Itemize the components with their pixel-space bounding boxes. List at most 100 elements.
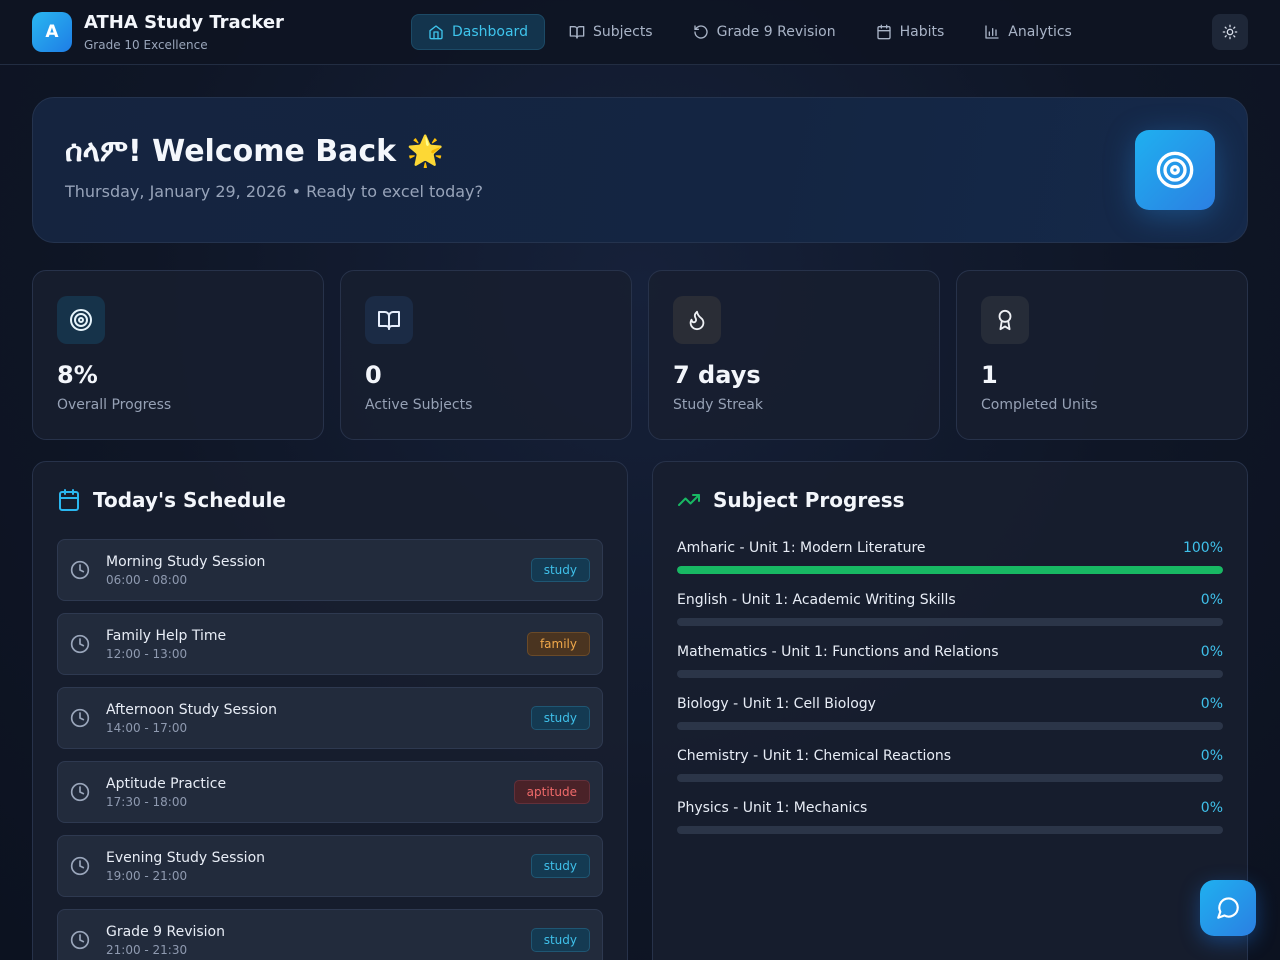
welcome-subtitle: Thursday, January 29, 2026 • Ready to ex…	[65, 182, 483, 201]
app-title: ATHA Study Tracker	[84, 12, 284, 33]
nav-item-analytics[interactable]: Analytics	[968, 14, 1088, 50]
subject-percent: 0%	[1200, 748, 1223, 764]
schedule-item[interactable]: Evening Study Session 19:00 - 21:00 study	[57, 835, 603, 897]
stat-card-overall-progress: 8% Overall Progress	[32, 270, 324, 440]
bar-chart-icon	[985, 25, 999, 39]
target-badge	[1135, 130, 1215, 210]
schedule-item-time: 14:00 - 17:00	[106, 721, 188, 735]
nav-item-label: Habits	[899, 24, 945, 40]
app-logo[interactable]: A	[32, 12, 72, 52]
award-icon	[998, 309, 1012, 331]
schedule-item-time: 12:00 - 13:00	[106, 647, 188, 661]
schedule-item[interactable]: Grade 9 Revision 21:00 - 21:30 study	[57, 909, 603, 960]
rotate-ccw-icon	[693, 25, 708, 39]
clock-icon	[70, 708, 90, 728]
subject-name: Chemistry - Unit 1: Chemical Reactions	[677, 748, 952, 764]
stat-value: 8%	[57, 361, 98, 389]
schedule-item[interactable]: Family Help Time 12:00 - 13:00 family	[57, 613, 603, 675]
schedule-header: Today's Schedule	[57, 488, 286, 512]
schedule-item-name: Evening Study Session	[106, 850, 266, 866]
theme-toggle-button[interactable]	[1212, 14, 1248, 50]
nav-item-habits[interactable]: Habits	[860, 14, 961, 50]
nav-item-subjects[interactable]: Subjects	[553, 14, 669, 50]
stat-value: 1	[981, 361, 998, 389]
schedule-item-tag: aptitude	[513, 780, 590, 804]
nav-item-label: Grade 9 Revision	[716, 24, 836, 40]
book-open-icon	[378, 311, 400, 330]
subject-name: Physics - Unit 1: Mechanics	[677, 800, 868, 816]
schedule-item-tag: study	[530, 854, 590, 878]
stat-icon-wrap	[57, 296, 105, 344]
schedule-panel: Today's Schedule Morning Study Session 06…	[32, 461, 628, 960]
stat-label: Study Streak	[673, 397, 763, 413]
progress-track	[677, 618, 1223, 626]
stat-icon-wrap	[365, 296, 413, 344]
nav-item-grade9-revision[interactable]: Grade 9 Revision	[677, 14, 852, 50]
schedule-item-name: Afternoon Study Session	[106, 702, 277, 718]
clock-icon	[70, 856, 90, 876]
subject-percent: 100%	[1182, 540, 1223, 556]
subject-percent: 0%	[1200, 800, 1223, 816]
schedule-item-time: 06:00 - 08:00	[106, 573, 188, 587]
chat-button[interactable]	[1200, 880, 1256, 936]
message-circle-icon	[1217, 897, 1239, 919]
stat-icon-wrap	[673, 296, 721, 344]
nav-item-dashboard[interactable]: Dashboard	[411, 14, 545, 50]
stat-value: 0	[365, 361, 382, 389]
progress-title: Subject Progress	[713, 488, 905, 512]
subject-progress-panel: Subject Progress Amharic - Unit 1: Moder…	[652, 461, 1248, 960]
nav-item-label: Subjects	[592, 24, 653, 40]
schedule-item-time: 19:00 - 21:00	[106, 869, 188, 883]
stat-card-study-streak: 7 days Study Streak	[648, 270, 940, 440]
schedule-item-name: Grade 9 Revision	[106, 924, 225, 940]
flame-icon	[689, 310, 705, 331]
schedule-item-tag: family	[526, 632, 590, 656]
subject-percent: 0%	[1200, 696, 1223, 712]
trending-up-icon	[678, 494, 700, 506]
nav-item-label: Dashboard	[452, 24, 528, 40]
schedule-item[interactable]: Afternoon Study Session 14:00 - 17:00 stud…	[57, 687, 603, 749]
clock-icon	[70, 782, 90, 802]
clock-icon	[70, 930, 90, 950]
target-icon	[70, 309, 92, 331]
stat-icon-wrap	[981, 296, 1029, 344]
schedule-item-tag: study	[530, 928, 590, 952]
clock-icon	[70, 560, 90, 580]
progress-fill	[677, 566, 1223, 574]
clock-icon	[70, 634, 90, 654]
main-nav: Dashboard Subjects Grade 9 Revision Habi…	[411, 14, 1088, 50]
schedule-item-name: Morning Study Session	[106, 554, 266, 570]
schedule-title: Today's Schedule	[93, 488, 286, 512]
welcome-title: ሰላም! Welcome Back 🌟	[65, 134, 444, 169]
stat-card-active-subjects: 0 Active Subjects	[340, 270, 632, 440]
subject-percent: 0%	[1200, 592, 1223, 608]
progress-track	[677, 670, 1223, 678]
calendar-icon	[59, 489, 79, 511]
subject-name: English - Unit 1: Academic Writing Skill…	[677, 592, 956, 608]
stat-label: Active Subjects	[365, 397, 473, 413]
target-icon	[1156, 151, 1194, 189]
schedule-item-name: Aptitude Practice	[106, 776, 227, 792]
nav-item-label: Analytics	[1008, 24, 1072, 40]
stat-card-completed-units: 1 Completed Units	[956, 270, 1248, 440]
schedule-item[interactable]: Morning Study Session 06:00 - 08:00 study	[57, 539, 603, 601]
progress-track	[677, 774, 1223, 782]
progress-track	[677, 566, 1223, 574]
subject-name: Biology - Unit 1: Cell Biology	[677, 696, 876, 712]
welcome-banner: ሰላም! Welcome Back 🌟 Thursday, January 29…	[32, 97, 1248, 243]
schedule-item-time: 21:00 - 21:30	[106, 943, 188, 957]
app-subtitle: Grade 10 Excellence	[84, 38, 208, 52]
subject-name: Mathematics - Unit 1: Functions and Rela…	[677, 644, 999, 660]
book-open-icon	[569, 26, 585, 39]
home-icon	[429, 25, 443, 40]
schedule-item-tag: study	[530, 706, 590, 730]
schedule-item-name: Family Help Time	[106, 628, 227, 644]
schedule-item-time: 17:30 - 18:00	[106, 795, 188, 809]
stat-label: Overall Progress	[57, 397, 172, 413]
progress-track	[677, 826, 1223, 834]
schedule-item[interactable]: Aptitude Practice 17:30 - 18:00 aptitude	[57, 761, 603, 823]
progress-track	[677, 722, 1223, 730]
subject-percent: 0%	[1200, 644, 1223, 660]
subject-name: Amharic - Unit 1: Modern Literature	[677, 540, 926, 556]
top-bar: A ATHA Study Tracker Grade 10 Excellence…	[0, 0, 1280, 65]
